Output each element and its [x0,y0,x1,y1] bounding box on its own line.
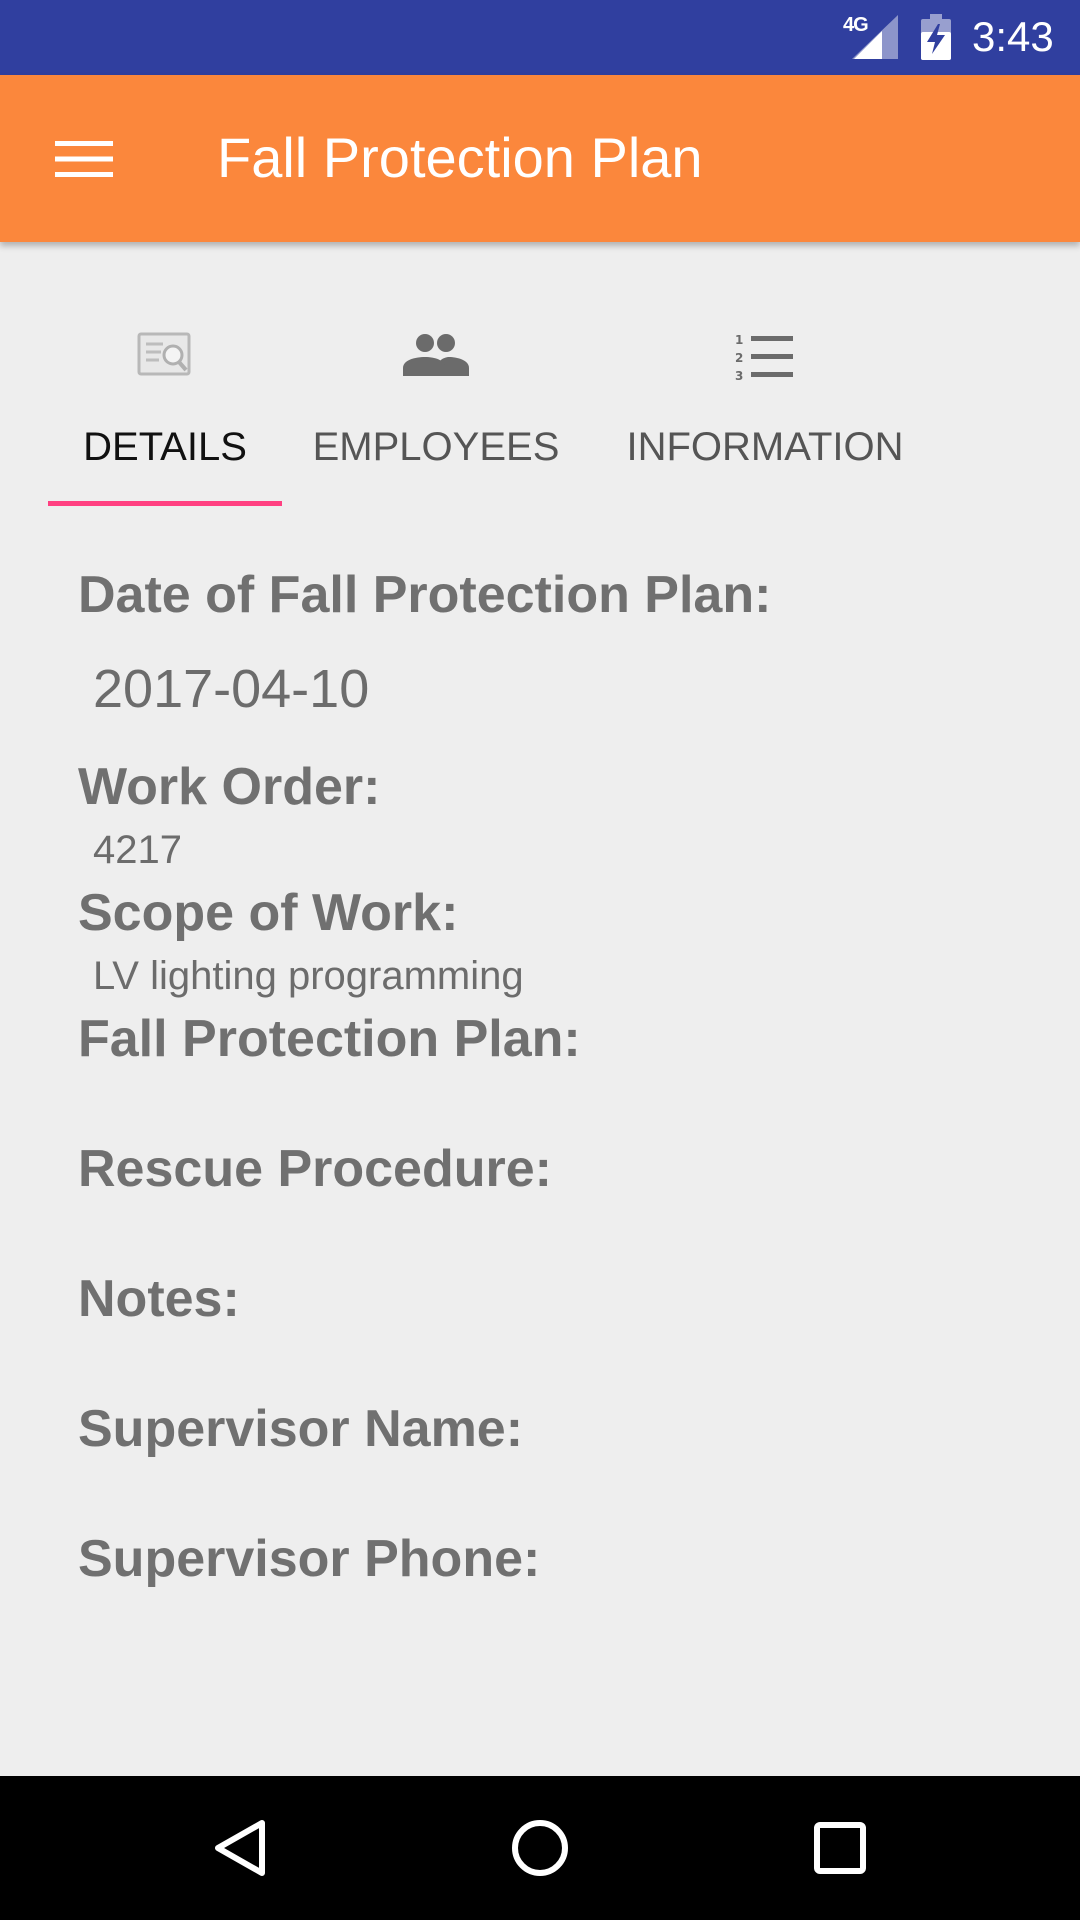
rescue-procedure-label: Rescue Procedure: [78,1140,552,1198]
fall-protection-plan-value [78,1074,1018,1134]
svg-text:3: 3 [735,369,743,382]
tab-details[interactable]: DETAILS [48,242,282,506]
page-title: Fall Protection Plan [217,126,703,189]
hamburger-menu-icon [55,141,113,177]
back-triangle-icon [215,1820,265,1876]
work-order-value: 4217 [93,828,182,872]
tab-information[interactable]: 1 2 3 INFORMATION [610,242,920,506]
document-search-icon [137,332,191,376]
date-value: 2017-04-10 [93,659,370,719]
cell-signal-icon [852,15,898,59]
date-label: Date of Fall Protection Plan: [78,566,772,624]
work-order-label: Work Order: [78,758,381,816]
svg-text:1: 1 [735,333,743,347]
tab-employees[interactable]: EMPLOYEES [302,242,570,506]
battery-charging-icon [921,14,951,60]
supervisor-name-label: Supervisor Name: [78,1400,524,1458]
home-button[interactable] [490,1798,590,1898]
notes-value [78,1334,1018,1394]
status-clock: 3:43 [972,13,1054,60]
system-nav-bar [0,1776,1080,1920]
menu-button[interactable] [40,119,128,199]
scope-of-work-label: Scope of Work: [78,884,459,942]
status-bar: 4G 3:43 [0,0,1080,75]
supervisor-name-value [78,1464,1018,1524]
tab-selected-indicator [48,501,282,506]
app-bar: Fall Protection Plan [0,75,1080,242]
people-icon [403,334,469,376]
recents-square-icon [814,1822,866,1874]
supervisor-phone-label: Supervisor Phone: [78,1530,541,1588]
fall-protection-plan-label: Fall Protection Plan: [78,1010,581,1068]
home-circle-icon [512,1820,568,1876]
numbered-list-icon: 1 2 3 [735,333,793,382]
svg-text:2: 2 [735,351,743,365]
tab-details-label: DETAILS [83,425,247,469]
scope-of-work-value: LV lighting programming [93,954,524,998]
details-panel: Date of Fall Protection Plan: 2017-04-10… [78,560,1018,1654]
recents-button[interactable] [790,1798,890,1898]
supervisor-phone-value [78,1594,1018,1654]
notes-label: Notes: [78,1270,240,1328]
rescue-procedure-value [78,1204,1018,1264]
tab-employees-label: EMPLOYEES [312,425,560,469]
tab-information-label: INFORMATION [626,425,904,469]
back-button[interactable] [190,1798,290,1898]
tab-bar: DETAILS EMPLOYEES 1 2 3 INFORMATION [0,242,1080,506]
